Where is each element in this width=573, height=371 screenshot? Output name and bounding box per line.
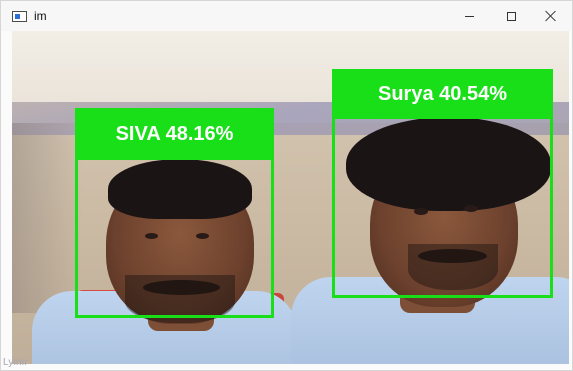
face-label-surya: Surya 40.54% xyxy=(332,69,553,119)
bottom-overlay-text: Lyinir xyxy=(3,357,28,368)
app-icon-fill xyxy=(15,14,20,19)
window-titlebar: im xyxy=(1,1,572,31)
window-app-icon xyxy=(12,11,27,22)
close-button[interactable] xyxy=(530,1,572,31)
image-window: im SIVA 48.16% Surya 40.54% Lyinir xyxy=(0,0,573,371)
minimize-button[interactable] xyxy=(448,1,490,31)
maximize-icon xyxy=(506,11,516,21)
maximize-button[interactable] xyxy=(490,1,532,31)
camera-image: SIVA 48.16% Surya 40.54% xyxy=(12,31,569,364)
minimize-icon xyxy=(464,15,474,17)
window-title: im xyxy=(34,9,47,23)
face-label-siva: SIVA 48.16% xyxy=(75,108,274,160)
close-icon xyxy=(545,10,557,22)
